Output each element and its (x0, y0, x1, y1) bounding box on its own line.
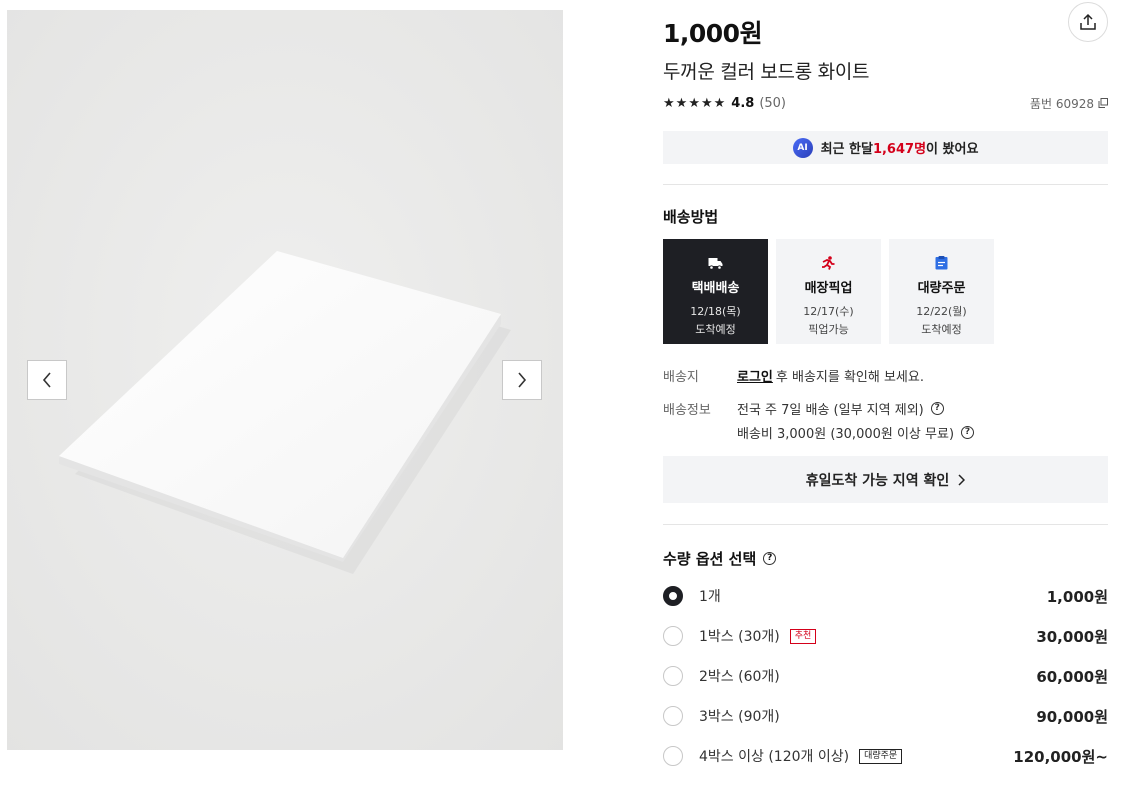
share-icon (1080, 13, 1096, 30)
option-row-5[interactable]: 4박스 이상 (120개 이상) 대량주문 120,000원~ (663, 744, 1108, 768)
option-price: 120,000원~ (1013, 747, 1108, 766)
shipping-card-note: 도착예정 (695, 323, 736, 336)
review-count-link[interactable]: (50) (759, 96, 786, 111)
quantity-option-title-text: 수량 옵션 선택 (663, 550, 757, 568)
holiday-delivery-label: 휴일도착 가능 지역 확인 (805, 472, 950, 489)
star-icon: ★ (663, 95, 675, 111)
shipping-info-label: 배송정보 (663, 403, 711, 418)
ai-prefix: 최근 한달 (820, 142, 873, 157)
star-icon: ★ (675, 95, 688, 111)
product-price: 1,000원 (663, 19, 763, 48)
runner-icon (822, 256, 835, 270)
option-label: 1개 (699, 589, 721, 605)
star-icon: ★ (713, 95, 726, 111)
option-label: 3박스 (90개) (699, 709, 780, 725)
chevron-right-icon (958, 473, 966, 486)
option-price: 1,000원 (1046, 587, 1108, 606)
shipping-info-line2: 배송비 3,000원 (30,000원 이상 무료) ? (737, 423, 975, 442)
destination-label: 배송지 (663, 370, 699, 385)
option-row-1[interactable]: 1개 1,000원 (663, 584, 1108, 608)
shipping-card-note: 도착예정 (921, 323, 962, 336)
star-icon: ★ (688, 95, 700, 111)
rating-row: ★ ★ ★ ★ ★ 4.8 (50) 품번 60928 (663, 94, 1108, 112)
shipping-info-line2-text: 배송비 3,000원 (30,000원 이상 무료) (737, 427, 955, 442)
option-radio[interactable] (663, 746, 683, 766)
product-image-gallery (7, 10, 563, 750)
star-icon: ★ (700, 95, 713, 111)
help-icon[interactable]: ? (930, 402, 944, 415)
part-number-text: 품번 60928 (1029, 96, 1094, 111)
bulk-order-badge: 대량주문 (859, 748, 903, 764)
shipping-section-title: 배송방법 (663, 208, 719, 226)
holiday-delivery-check-button[interactable]: 휴일도착 가능 지역 확인 (663, 456, 1108, 503)
help-icon[interactable]: ? (763, 552, 777, 565)
ai-suffix: 이 봤어요 (926, 142, 979, 157)
shipping-card-bulk-order[interactable]: 대량주문 12/22(월) 도착예정 (889, 239, 994, 344)
shipping-card-title: 대량주문 (917, 281, 966, 296)
ai-view-count: 1,647명 (872, 142, 927, 157)
product-name: 두꺼운 컬러 보드롱 화이트 (663, 61, 870, 83)
login-link[interactable]: 로그인 (737, 366, 773, 385)
shipping-method-cards: 택배배송 12/18(목) 도착예정 매장픽업 12/17(수) 픽업가능 대량… (663, 239, 994, 344)
option-radio[interactable] (663, 706, 683, 726)
copy-icon[interactable] (1098, 98, 1108, 108)
ai-views-banner: AI 최근 한달 1,647명 이 봤어요 (663, 131, 1108, 164)
option-row-2[interactable]: 1박스 (30개) 추천 30,000원 (663, 624, 1108, 648)
gallery-prev-button[interactable] (27, 360, 67, 400)
shipping-card-delivery[interactable]: 택배배송 12/18(목) 도착예정 (663, 239, 768, 344)
shipping-info-line1-text: 전국 주 7일 배송 (일부 지역 제외) (737, 403, 924, 418)
share-button[interactable] (1068, 2, 1108, 42)
quantity-option-title: 수량 옵션 선택 ? (663, 548, 777, 569)
option-label: 1박스 (30개) (699, 629, 780, 645)
gallery-next-button[interactable] (502, 360, 542, 400)
chevron-right-icon (518, 372, 527, 388)
option-label: 2박스 (60개) (699, 669, 780, 685)
divider (663, 524, 1108, 525)
option-radio[interactable] (663, 626, 683, 646)
option-price: 90,000원 (1036, 707, 1108, 726)
rating-stars: ★ ★ ★ ★ ★ (663, 97, 725, 110)
option-row-3[interactable]: 2박스 (60개) 60,000원 (663, 664, 1108, 688)
clipboard-icon (935, 256, 948, 270)
option-label: 4박스 이상 (120개 이상) (699, 749, 850, 765)
destination-hint: 후 배송지를 확인해 보세요. (775, 370, 924, 385)
shipping-card-note: 픽업가능 (808, 323, 849, 336)
shipping-card-store-pickup[interactable]: 매장픽업 12/17(수) 픽업가능 (776, 239, 881, 344)
recommend-badge: 추천 (789, 628, 817, 644)
option-row-4[interactable]: 3박스 (90개) 90,000원 (663, 704, 1108, 728)
option-radio[interactable] (663, 586, 683, 606)
help-icon[interactable]: ? (961, 426, 975, 439)
option-radio[interactable] (663, 666, 683, 686)
chevron-left-icon (42, 372, 51, 388)
ai-badge-icon: AI (792, 137, 813, 158)
shipping-card-date: 12/22(월) (916, 305, 967, 318)
shipping-card-date: 12/17(수) (803, 305, 854, 318)
rating-value: 4.8 (731, 95, 755, 111)
destination-text: 로그인 후 배송지를 확인해 보세요. (737, 366, 924, 385)
option-price: 60,000원 (1036, 667, 1108, 686)
divider (663, 184, 1108, 185)
product-photo (7, 10, 563, 750)
shipping-card-title: 택배배송 (691, 281, 740, 296)
truck-icon (708, 257, 723, 270)
part-number[interactable]: 품번 60928 (1030, 95, 1108, 112)
product-info-panel: 1,000원 두꺼운 컬러 보드롱 화이트 ★ ★ ★ ★ ★ 4.8 (50)… (663, 0, 1108, 792)
option-price: 30,000원 (1036, 627, 1108, 646)
shipping-info-line1: 전국 주 7일 배송 (일부 지역 제외) ? (737, 399, 944, 418)
shipping-card-date: 12/18(목) (690, 305, 741, 318)
shipping-card-title: 매장픽업 (804, 281, 853, 296)
